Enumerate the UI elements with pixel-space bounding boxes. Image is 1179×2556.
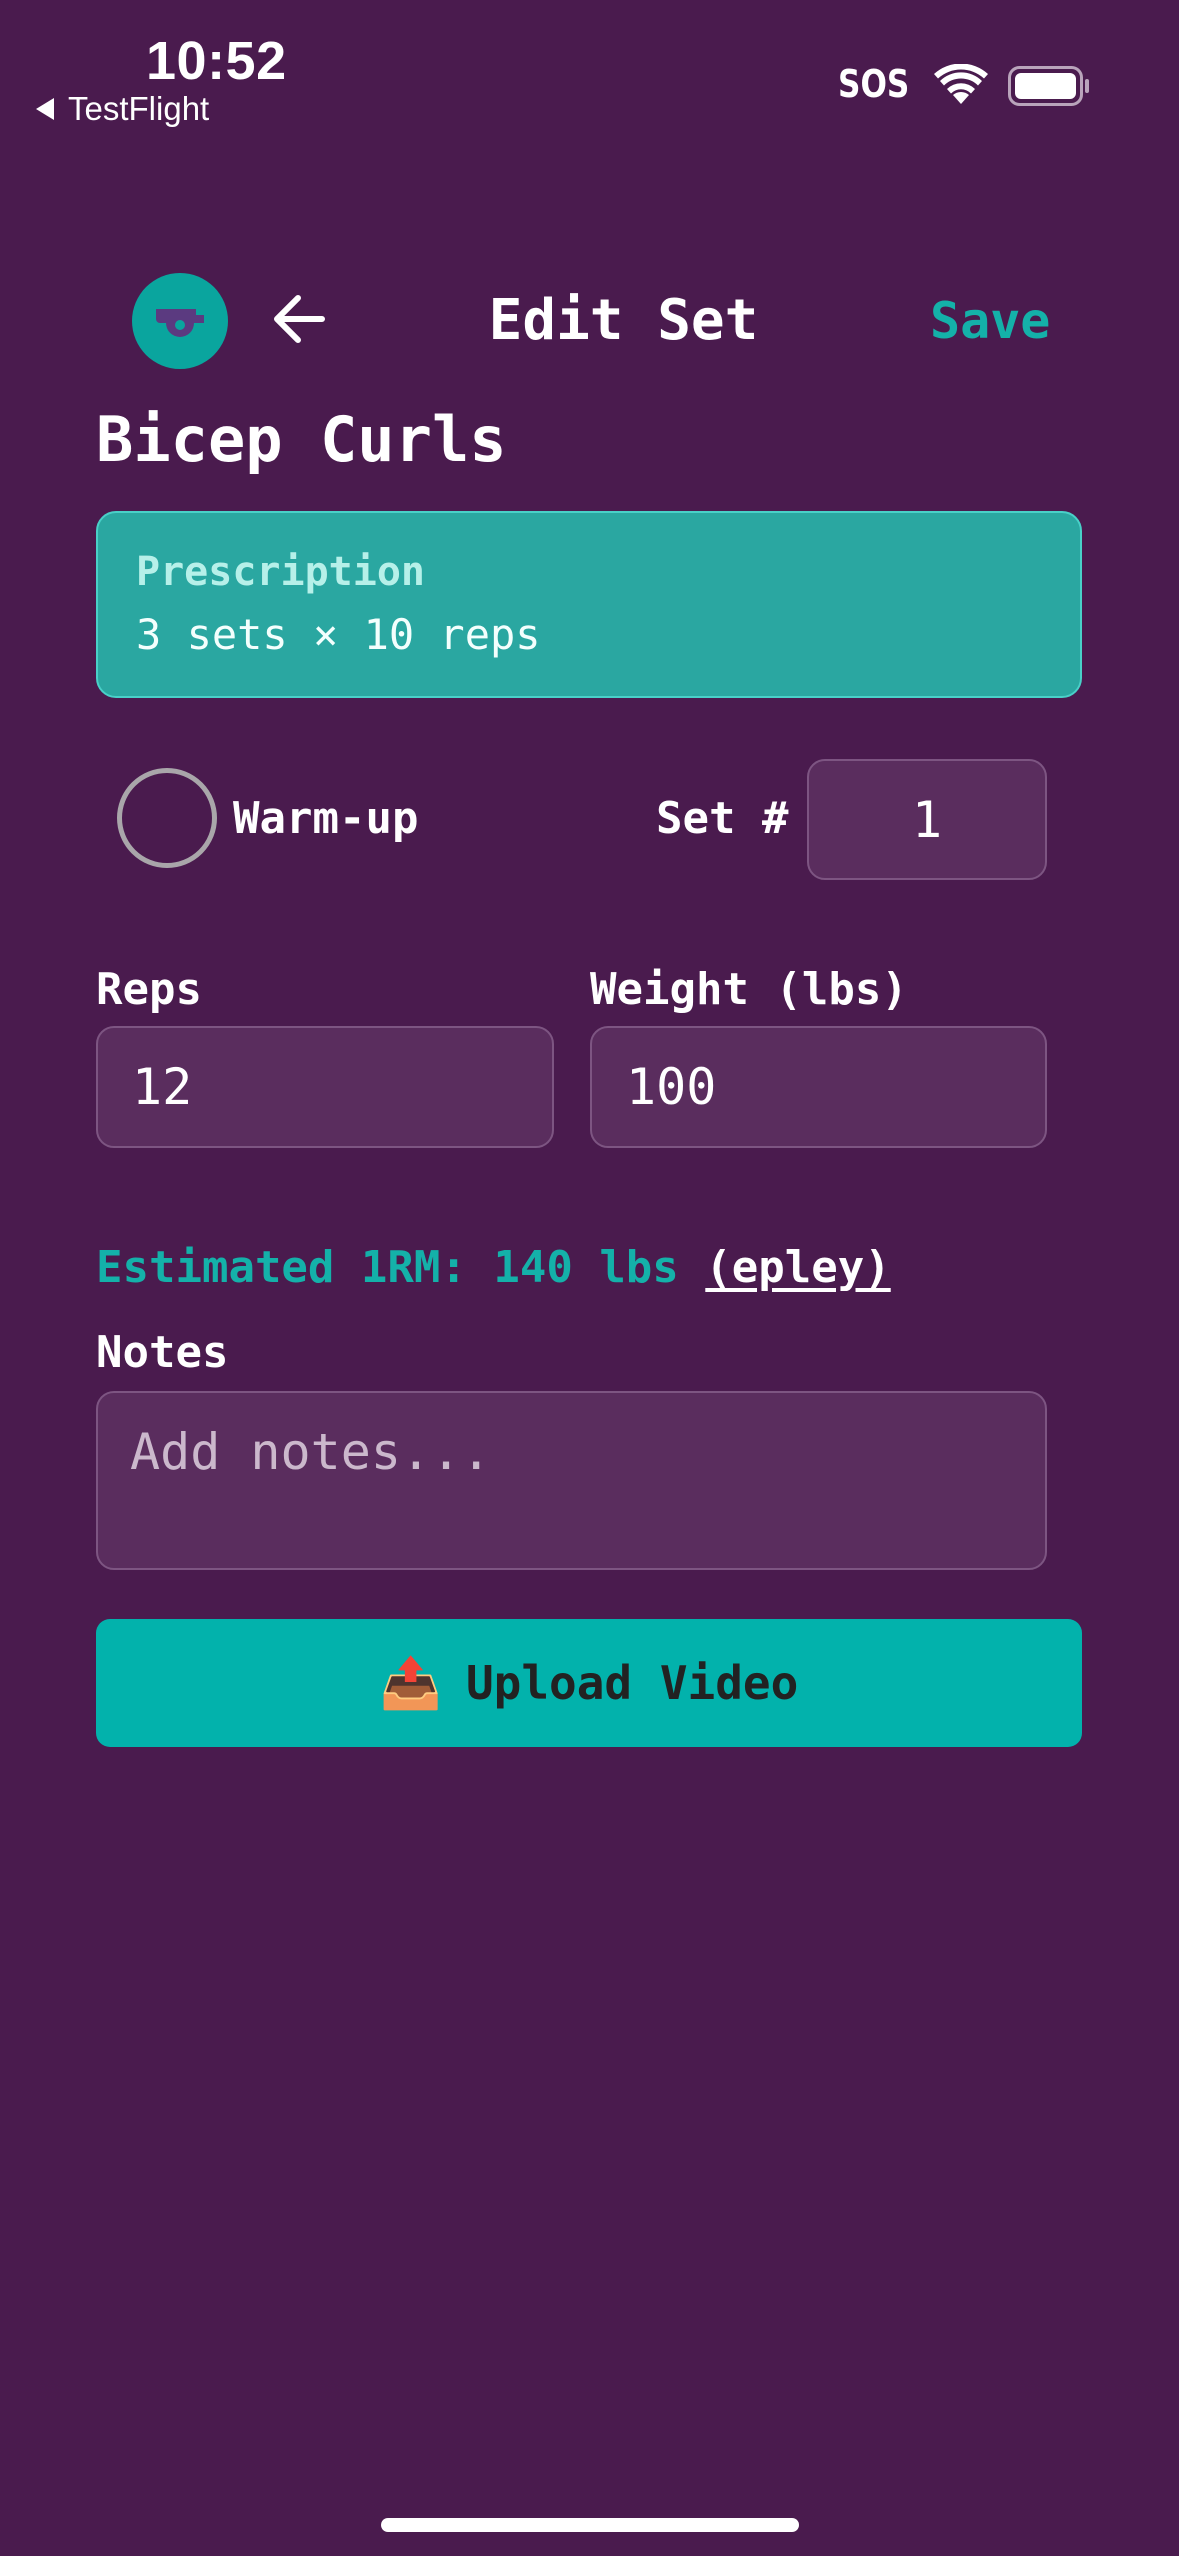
warmup-radio[interactable] [117, 768, 217, 868]
prescription-value: 3 sets × 10 reps [136, 610, 541, 659]
estimated-1rm-text: Estimated 1RM: 140 lbs [96, 1242, 679, 1293]
reps-input[interactable] [96, 1026, 554, 1148]
notes-label: Notes [96, 1327, 229, 1378]
upload-video-label: Upload Video [465, 1656, 799, 1710]
outbox-tray-icon: 📤 [379, 1653, 442, 1712]
exercise-title: Bicep Curls [96, 403, 507, 476]
set-number-label: Set # [656, 793, 789, 844]
upload-video-button[interactable]: 📤 Upload Video [96, 1619, 1082, 1747]
save-button[interactable]: Save [930, 290, 1050, 352]
reps-label: Reps [96, 964, 202, 1015]
notes-input[interactable] [96, 1391, 1047, 1570]
formula-link[interactable]: (epley) [705, 1242, 890, 1293]
carrier-status: SOS [838, 62, 910, 106]
warmup-label: Warm-up [233, 793, 419, 844]
wifi-icon [934, 63, 988, 110]
weight-label: Weight (lbs) [590, 964, 908, 1015]
set-number-input[interactable] [807, 759, 1047, 880]
back-app-label: TestFlight [68, 90, 210, 127]
estimated-1rm: Estimated 1RM: 140 lbs (epley) [96, 1240, 891, 1296]
prescription-label: Prescription [136, 549, 425, 595]
home-indicator[interactable] [381, 2518, 799, 2532]
status-time: 10:52 [146, 31, 287, 91]
battery-icon [1008, 66, 1090, 110]
prescription-card: Prescription 3 sets × 10 reps [96, 511, 1082, 698]
back-to-app-link[interactable]: TestFlight [36, 90, 209, 128]
weight-input[interactable] [590, 1026, 1047, 1148]
back-triangle-icon [36, 98, 54, 120]
